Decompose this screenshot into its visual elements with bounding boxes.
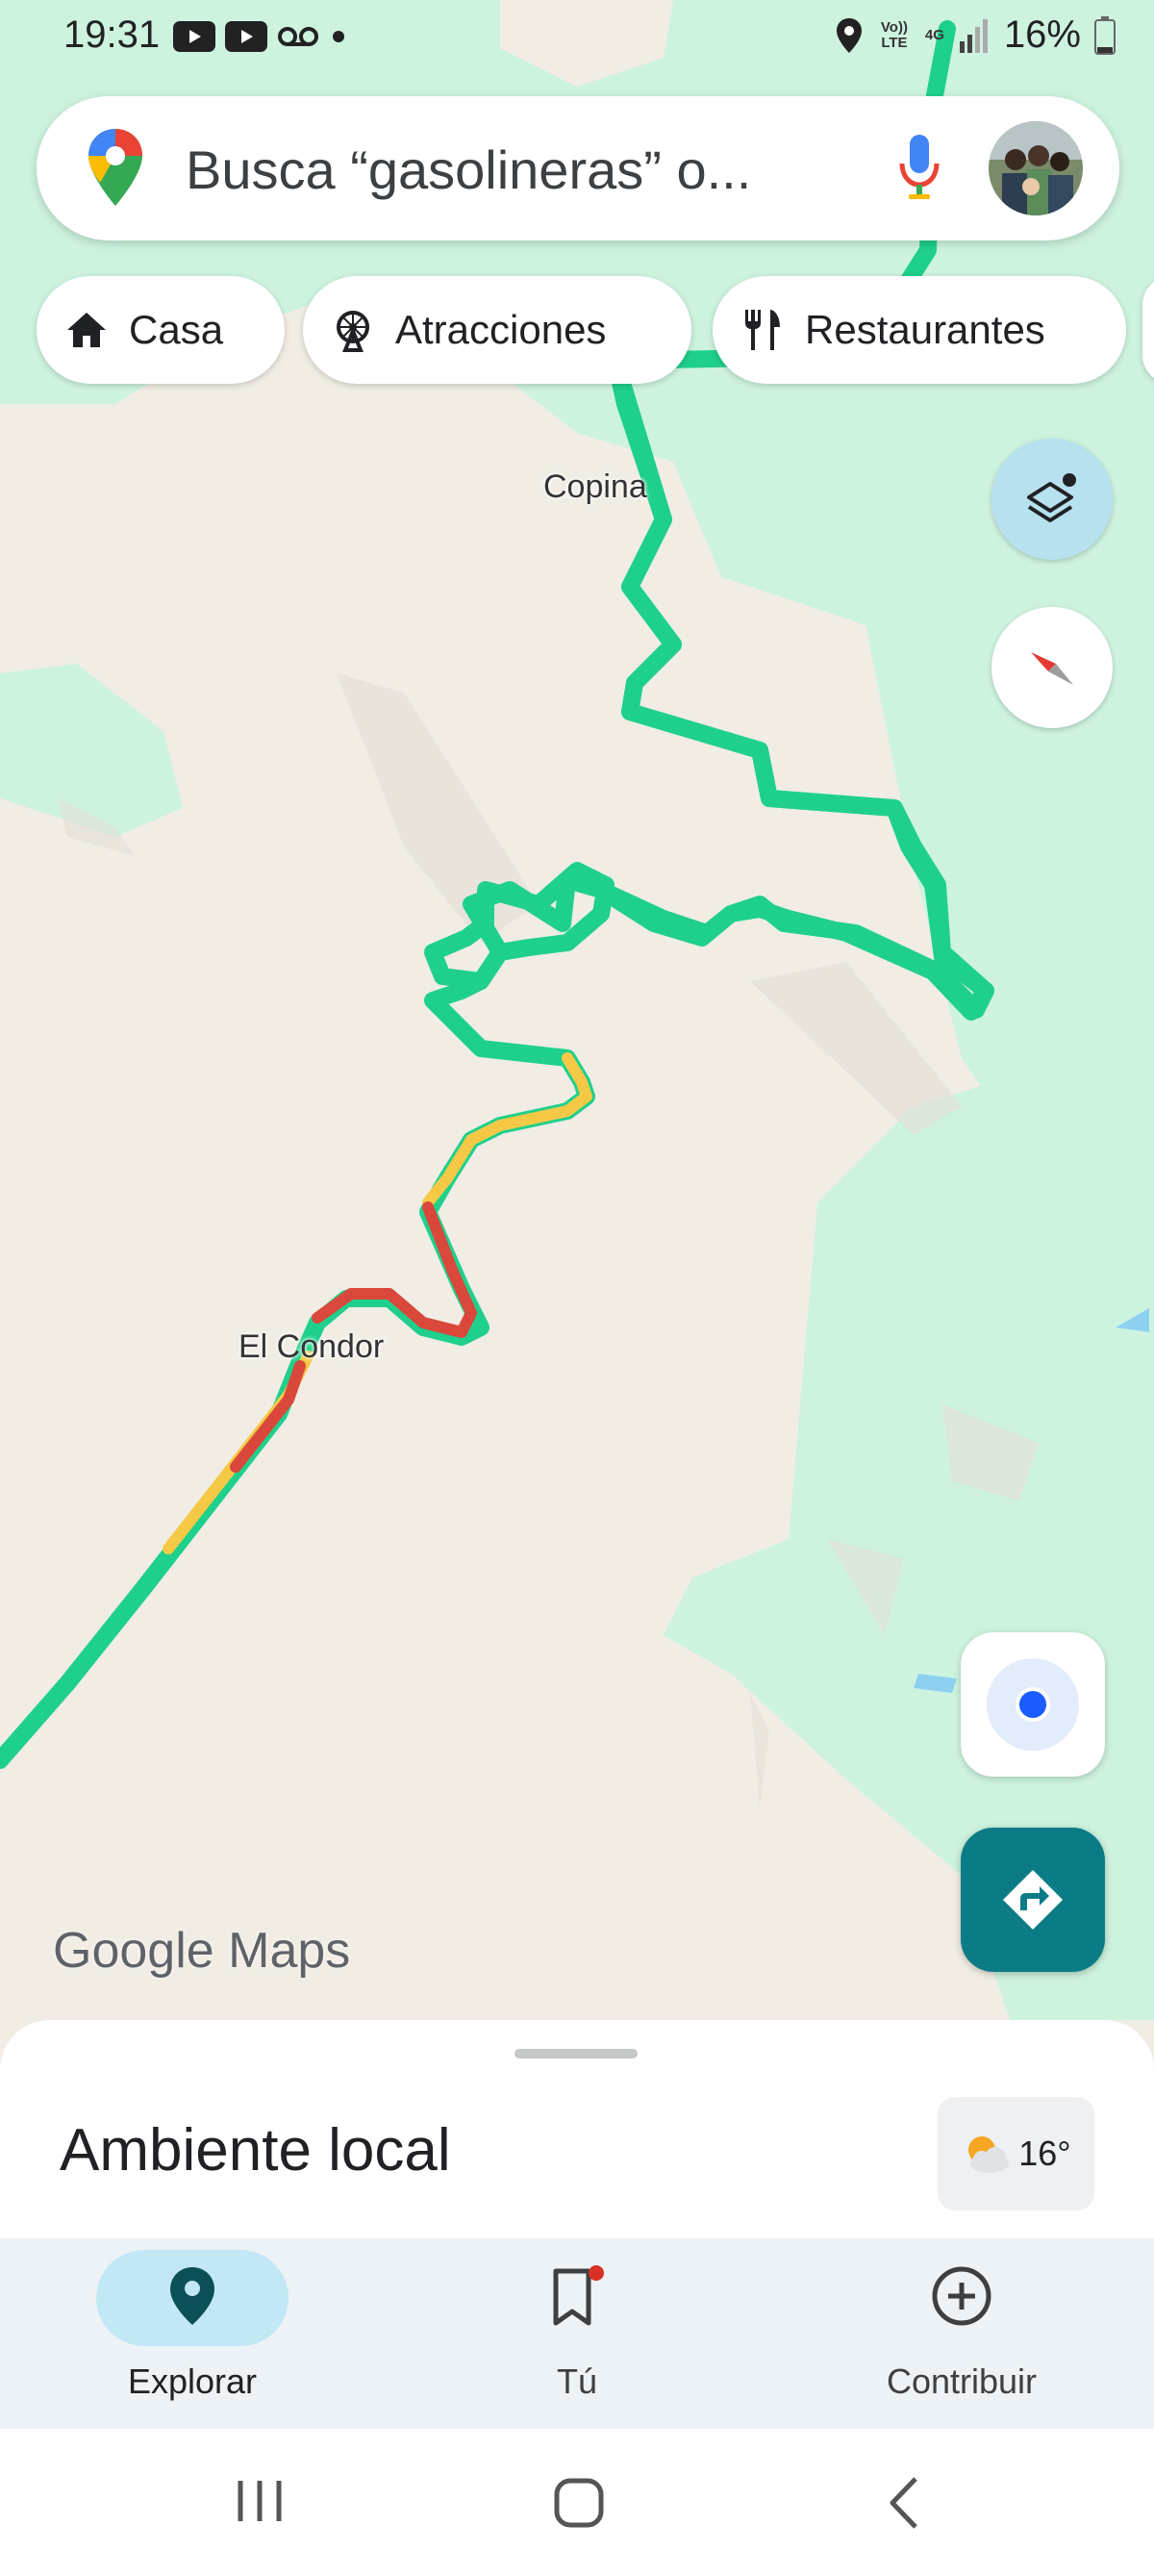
nav-contribute[interactable]: Contribuir bbox=[769, 2238, 1154, 2429]
sheet-drag-handle[interactable] bbox=[514, 2049, 638, 2058]
chip-home[interactable]: Casa bbox=[37, 276, 285, 384]
search-input[interactable]: Busca “gasolineras” o... bbox=[186, 139, 751, 201]
map-label-el-condor[interactable]: El Condor bbox=[238, 1328, 384, 1366]
ferris-wheel-icon bbox=[332, 308, 374, 352]
network-type: 4G bbox=[924, 26, 944, 43]
chip-restaurants[interactable]: Restaurantes bbox=[713, 276, 1126, 384]
chip-label: Casa bbox=[129, 307, 224, 352]
recent-apps-icon[interactable] bbox=[231, 2477, 288, 2525]
google-maps-pin-icon bbox=[88, 129, 142, 206]
youtube-icon bbox=[173, 21, 215, 52]
sheet-title: Ambiente local bbox=[60, 2117, 451, 2184]
nav-explore[interactable]: Explorar bbox=[0, 2238, 385, 2429]
directions-button[interactable] bbox=[961, 1828, 1105, 1972]
voicemail-icon bbox=[278, 27, 318, 46]
restaurant-icon bbox=[741, 308, 784, 352]
location-dot-icon bbox=[987, 1658, 1079, 1751]
dot-icon bbox=[333, 31, 344, 42]
home-button-icon[interactable] bbox=[553, 2477, 605, 2529]
search-bar[interactable]: Busca “gasolineras” o... bbox=[37, 96, 1119, 240]
bottom-nav: Explorar Tú Contribuir bbox=[0, 2238, 1154, 2429]
notification-icons bbox=[173, 21, 348, 52]
signal-icon bbox=[959, 18, 988, 53]
youtube-icon bbox=[225, 21, 267, 52]
map-label-copina[interactable]: Copina bbox=[543, 468, 647, 506]
status-bar: 19:31 Vo)) LTE 4G 16% bbox=[0, 0, 1154, 77]
location-pin-icon bbox=[170, 2267, 214, 2325]
nav-you[interactable]: Tú bbox=[385, 2238, 769, 2429]
microphone-icon[interactable] bbox=[897, 133, 941, 204]
layers-icon bbox=[1027, 473, 1076, 522]
volte-label: Vo)) LTE bbox=[880, 18, 908, 51]
battery-level: 16% bbox=[1003, 13, 1081, 56]
battery-icon bbox=[1094, 15, 1116, 55]
google-maps-logo: Google Maps bbox=[53, 1923, 351, 1979]
weather-badge[interactable]: 16° bbox=[938, 2097, 1094, 2210]
chip-label: Restaurantes bbox=[805, 307, 1045, 352]
back-icon[interactable] bbox=[885, 2475, 923, 2531]
compass-button[interactable] bbox=[991, 607, 1113, 728]
nav-label: Tú bbox=[556, 2361, 597, 2401]
bookmark-icon bbox=[553, 2265, 604, 2326]
partly-cloudy-icon bbox=[968, 2136, 1010, 2173]
nav-label: Contribuir bbox=[886, 2361, 1038, 2401]
home-icon bbox=[65, 311, 108, 349]
status-time: 19:31 bbox=[63, 13, 161, 56]
temperature: 16° bbox=[1018, 2134, 1071, 2173]
location-icon bbox=[836, 17, 862, 53]
directions-icon bbox=[1003, 1870, 1063, 1930]
nav-label: Explorar bbox=[127, 2361, 258, 2401]
my-location-button[interactable] bbox=[961, 1632, 1105, 1777]
chip-attractions[interactable]: Atracciones bbox=[303, 276, 691, 384]
add-circle-icon bbox=[932, 2266, 991, 2326]
compass-icon bbox=[1031, 652, 1073, 685]
layers-button[interactable] bbox=[991, 439, 1113, 560]
chip-label: Atracciones bbox=[395, 307, 607, 352]
avatar[interactable] bbox=[989, 121, 1083, 215]
system-nav-bar bbox=[0, 2429, 1154, 2576]
